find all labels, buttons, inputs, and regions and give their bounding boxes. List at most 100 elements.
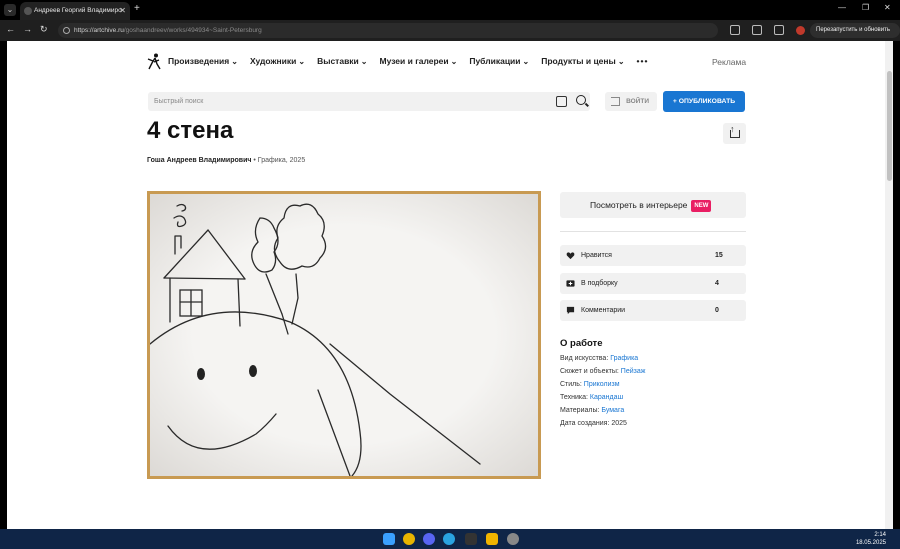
browser-tab-bar: ⌄ Андреев Георгий Владимиро ✕ + — ❐ ✕ — [0, 0, 900, 20]
back-icon[interactable]: ← — [6, 24, 15, 34]
screenshot-icon[interactable] — [752, 25, 762, 35]
url-input[interactable]: https://artchive.ru/goshaandreev/works/4… — [58, 23, 718, 38]
start-icon[interactable] — [383, 533, 395, 545]
site-info-icon[interactable] — [63, 27, 70, 34]
collection-icon — [566, 280, 575, 287]
prop-label: Стиль: — [560, 381, 584, 388]
prop-subject: Сюжет и объекты: Пейзаж — [560, 368, 645, 375]
publish-button[interactable]: + ОПУБЛИКОВАТЬ — [663, 91, 745, 112]
discord-icon[interactable] — [423, 533, 435, 545]
login-button[interactable]: ВОЙТИ — [605, 92, 657, 111]
url-host: https://artchive.ru — [74, 27, 124, 34]
main-nav: Произведения Художники Выставки Музеи и … — [168, 56, 648, 66]
reload-icon[interactable]: ↻ — [40, 24, 48, 35]
prop-link[interactable]: Пейзаж — [621, 368, 646, 375]
telegram-icon[interactable] — [443, 533, 455, 545]
nav-publications[interactable]: Публикации — [469, 56, 529, 66]
divider — [560, 231, 746, 232]
new-tab-button[interactable]: + — [134, 3, 140, 14]
profile-avatar[interactable] — [796, 26, 805, 35]
clock-time: 2:14 — [874, 532, 886, 538]
artwork-title: 4 стена — [147, 117, 234, 144]
nav-artists[interactable]: Художники — [250, 56, 305, 66]
prop-link[interactable]: Бумага — [601, 407, 624, 414]
prop-art-type: Вид искусства: Графика — [560, 355, 638, 362]
tab-close-icon[interactable]: ✕ — [119, 2, 126, 20]
prop-technique: Техника: Карандаш — [560, 394, 623, 401]
web-page: Произведения Художники Выставки Музеи и … — [7, 41, 893, 529]
comment-icon — [566, 306, 575, 315]
nav-museums[interactable]: Музеи и галереи — [380, 56, 458, 66]
chrome-icon[interactable] — [403, 533, 415, 545]
new-badge: NEW — [691, 199, 712, 212]
close-window-icon[interactable]: ✕ — [884, 3, 891, 12]
about-heading: О работе — [560, 338, 603, 349]
publish-label: + ОПУБЛИКОВАТЬ — [672, 98, 736, 105]
likes-label: Нравится — [581, 252, 612, 259]
address-bar-row: ← → ↻ https://artchive.ru/goshaandreev/w… — [0, 20, 900, 48]
collection-label: В подборку — [581, 280, 618, 287]
login-icon — [611, 97, 620, 106]
artchive-logo-icon[interactable] — [147, 53, 161, 71]
system-clock[interactable]: 2:14 18.05.2025 — [856, 531, 886, 547]
browser-tab[interactable]: Андреев Георгий Владимиро ✕ — [20, 2, 130, 20]
tab-favicon — [24, 7, 32, 15]
file-explorer-icon[interactable] — [486, 533, 498, 545]
prop-label: Дата создания: — [560, 420, 612, 427]
prop-value: 2025 — [611, 420, 627, 427]
relaunch-label: Перезапустить и обновить — [816, 27, 890, 33]
ad-link[interactable]: Реклама — [712, 57, 746, 67]
prop-link[interactable]: Карандаш — [590, 394, 623, 401]
collection-button[interactable]: В подборку 4 — [560, 273, 746, 294]
maximize-icon[interactable]: ❐ — [862, 3, 869, 12]
collection-count: 4 — [715, 280, 719, 287]
nav-works[interactable]: Произведения — [168, 56, 238, 66]
prop-label: Материалы: — [560, 407, 602, 414]
prop-link[interactable]: Приколизм — [584, 381, 620, 388]
share-button[interactable] — [723, 123, 746, 144]
view-in-interior-button[interactable]: Посмотреть в интерьере NEW — [560, 192, 746, 218]
minimize-icon[interactable]: — — [838, 3, 846, 12]
prop-link[interactable]: Графика — [610, 355, 638, 362]
likes-button[interactable]: Нравится 15 — [560, 245, 746, 266]
prop-label: Вид искусства: — [560, 355, 611, 362]
sidebar-icon[interactable] — [774, 25, 784, 35]
view-in-interior-label: Посмотреть в интерьере — [590, 200, 688, 210]
windows-taskbar: 2:14 18.05.2025 — [0, 529, 900, 549]
comments-label: Комментарии — [581, 307, 626, 314]
prop-materials: Материалы: Бумага — [560, 407, 624, 414]
settings-icon[interactable] — [507, 533, 519, 545]
comments-count: 0 — [715, 307, 719, 314]
artwork-byline: Гоша Андреев Владимирович • Графика, 202… — [147, 157, 305, 164]
extensions-icon[interactable] — [730, 25, 740, 35]
prop-date: Дата создания: 2025 — [560, 420, 627, 427]
prop-label: Техника: — [560, 394, 590, 401]
heart-icon — [566, 252, 575, 260]
prop-style: Стиль: Приколизм — [560, 381, 620, 388]
app-icon[interactable] — [465, 533, 477, 545]
likes-count: 15 — [715, 252, 723, 259]
prop-label: Сюжет и объекты: — [560, 368, 621, 375]
author-link[interactable]: Гоша Андреев Владимирович — [147, 157, 251, 164]
artwork-meta: • Графика, 2025 — [251, 157, 306, 164]
artwork-image[interactable] — [147, 191, 541, 479]
image-search-icon[interactable] — [556, 96, 567, 107]
search-input[interactable]: Быстрый поиск — [148, 92, 590, 111]
forward-icon[interactable]: → — [23, 24, 32, 34]
artwork-paper — [150, 194, 538, 476]
relaunch-button[interactable]: Перезапустить и обновить ⋮ — [810, 23, 900, 48]
tab-search-button[interactable]: ⌄ — [4, 4, 16, 16]
nav-more-icon[interactable]: ••• — [637, 56, 649, 66]
comments-button[interactable]: Комментарии 0 — [560, 300, 746, 321]
scrollbar-thumb[interactable] — [887, 71, 892, 181]
nav-products[interactable]: Продукты и цены — [541, 56, 624, 66]
tab-title: Андреев Георгий Владимиро — [34, 7, 122, 14]
login-label: ВОЙТИ — [626, 98, 649, 105]
search-icon[interactable] — [576, 95, 586, 105]
nav-exhibitions[interactable]: Выставки — [317, 56, 367, 66]
clock-date: 18.05.2025 — [855, 540, 886, 546]
search-placeholder: Быстрый поиск — [154, 98, 204, 105]
pencil-drawing-image — [150, 203, 481, 476]
url-path: /goshaandreev/works/494934~Saint-Petersb… — [123, 27, 262, 34]
scrollbar[interactable] — [885, 41, 893, 529]
